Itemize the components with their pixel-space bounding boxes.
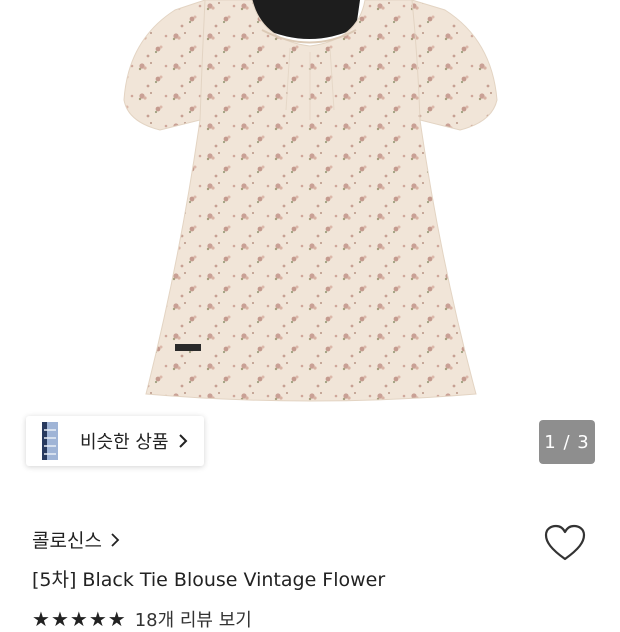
similar-products-label: 비슷한 상품 xyxy=(80,432,169,453)
heart-icon[interactable] xyxy=(544,524,586,564)
product-image[interactable] xyxy=(0,0,620,420)
brand-name: 콜로신스 xyxy=(32,530,102,552)
image-page-indicator: 1 / 3 xyxy=(539,420,595,464)
star-icon: ★ xyxy=(107,607,126,631)
star-icon: ★ xyxy=(32,607,50,631)
brand-link[interactable]: 콜로신스 xyxy=(32,526,120,553)
star-icon: ★ xyxy=(69,607,88,631)
chevron-right-icon xyxy=(178,434,187,448)
review-count-link[interactable]: 18개 리뷰 보기 xyxy=(135,606,252,632)
product-image-gallery[interactable]: 비슷한 상품 1 / 3 xyxy=(0,0,620,500)
similar-products-button[interactable]: 비슷한 상품 xyxy=(26,416,204,466)
product-title: [5차] Black Tie Blouse Vintage Flower xyxy=(32,569,386,591)
star-rating: ★ ★ ★ ★ ★ xyxy=(32,609,127,629)
star-icon: ★ xyxy=(88,607,107,631)
chevron-right-icon xyxy=(111,532,120,547)
similar-product-thumbnail xyxy=(36,416,66,466)
star-icon: ★ xyxy=(50,607,69,631)
rating-row[interactable]: ★ ★ ★ ★ ★ 18개 리뷰 보기 xyxy=(32,606,252,632)
